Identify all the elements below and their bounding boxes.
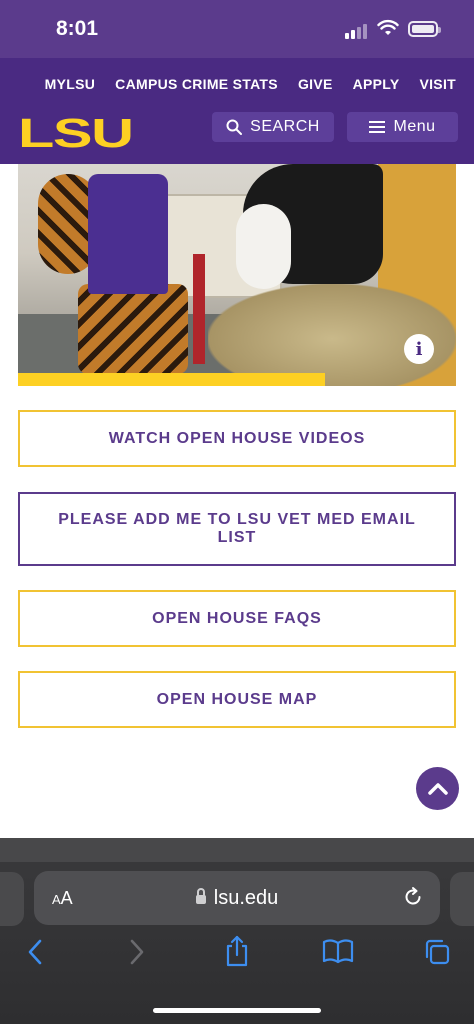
next-tab-peek[interactable] xyxy=(450,872,474,926)
open-house-faqs-button[interactable]: OPEN HOUSE FAQS xyxy=(18,590,456,647)
nav-link-campus-crime-stats[interactable]: CAMPUS CRIME STATS xyxy=(115,76,278,92)
tabs-icon[interactable] xyxy=(423,938,451,966)
open-house-map-button[interactable]: OPEN HOUSE MAP xyxy=(18,671,456,728)
status-time: 8:01 xyxy=(56,17,99,40)
reload-icon[interactable] xyxy=(402,886,424,908)
email-list-button[interactable]: PLEASE ADD ME TO LSU VET MED EMAIL LIST xyxy=(18,492,456,566)
url-field[interactable]: lsu.edu xyxy=(34,887,440,910)
back-icon[interactable] xyxy=(26,938,44,966)
carousel-progress-fill xyxy=(18,373,325,386)
battery-icon xyxy=(408,21,441,37)
chevron-up-icon xyxy=(427,782,448,795)
hero-image xyxy=(18,164,456,386)
menu-button[interactable]: Menu xyxy=(347,112,458,142)
watch-open-house-videos-button[interactable]: WATCH OPEN HOUSE VIDEOS xyxy=(18,410,456,467)
browser-chrome: AA lsu.edu xyxy=(0,838,474,1024)
back-to-top-button[interactable] xyxy=(416,767,459,810)
nav-link-give[interactable]: GIVE xyxy=(298,76,333,92)
wifi-icon xyxy=(377,19,399,35)
lsu-logo[interactable]: LSU xyxy=(18,110,134,157)
search-button-label: SEARCH xyxy=(250,118,320,135)
nav-link-visit[interactable]: VISIT xyxy=(419,76,456,92)
search-button[interactable]: SEARCH xyxy=(212,112,334,142)
nav-link-apply[interactable]: APPLY xyxy=(353,76,400,92)
site-header: MYLSU CAMPUS CRIME STATS GIVE APPLY VISI… xyxy=(0,58,474,164)
bookmarks-icon[interactable] xyxy=(322,938,354,964)
browser-toolbar xyxy=(0,935,474,978)
nav-link-mylsu[interactable]: MYLSU xyxy=(45,76,96,92)
share-icon[interactable] xyxy=(224,934,250,968)
carousel-progress xyxy=(18,373,456,386)
signal-icon xyxy=(345,23,371,39)
lock-icon xyxy=(195,888,206,904)
top-nav: MYLSU CAMPUS CRIME STATS GIVE APPLY VISI… xyxy=(0,76,456,92)
home-indicator xyxy=(153,1008,321,1013)
previous-tab-peek[interactable] xyxy=(0,872,24,926)
forward-icon[interactable] xyxy=(128,938,146,966)
status-bar: 8:01 xyxy=(0,0,474,58)
info-icon[interactable]: i xyxy=(404,334,434,364)
menu-button-label: Menu xyxy=(393,118,436,135)
search-icon xyxy=(226,119,243,135)
url-text: lsu.edu xyxy=(213,887,279,909)
menu-icon xyxy=(369,121,386,133)
address-bar[interactable]: AA lsu.edu xyxy=(34,871,440,925)
